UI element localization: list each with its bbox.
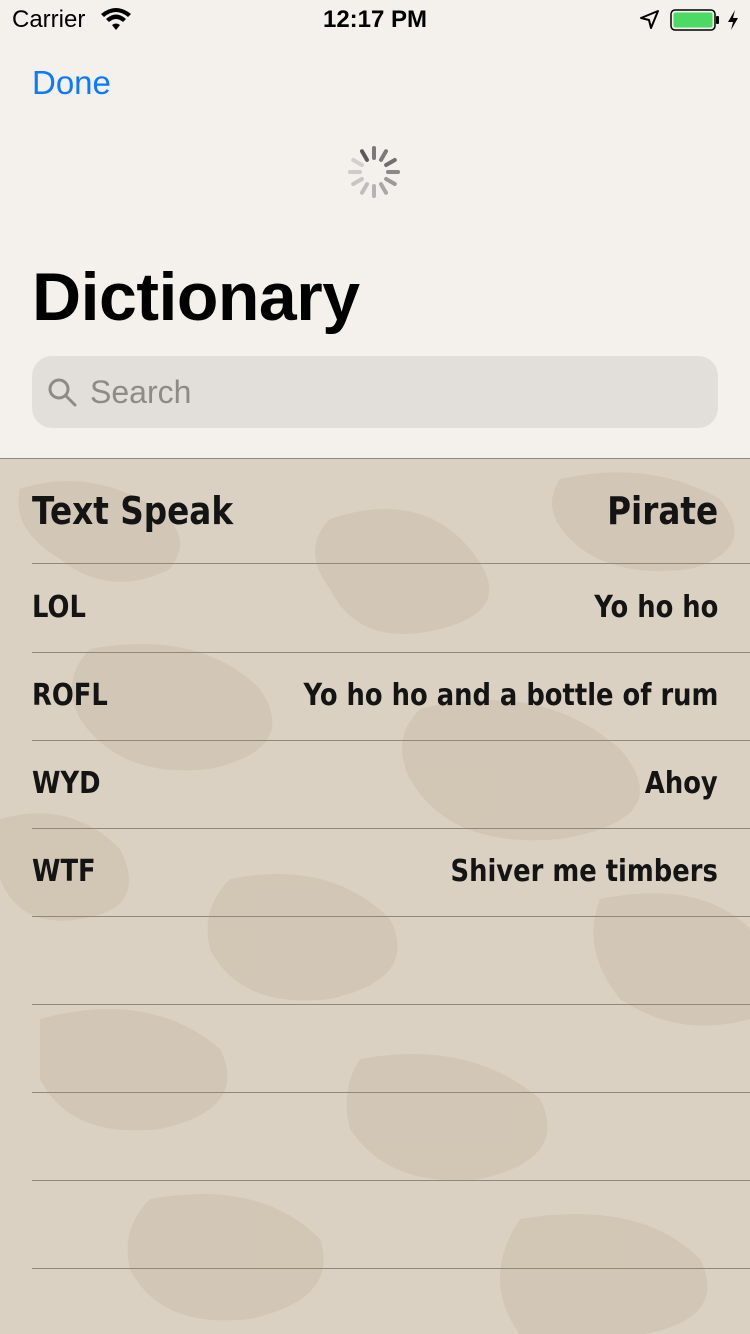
search-bar[interactable] [32,356,718,428]
table-row[interactable]: WTF Shiver me timbers [32,828,750,917]
pirate-cell: Yo ho ho and a bottle of rum [303,678,718,713]
text-speak-cell: WYD [32,766,101,801]
location-icon [640,10,659,29]
text-speak-cell: ROFL [32,678,108,713]
pirate-cell: Yo ho ho [593,590,718,625]
screen: Carrier 12:17 PM Done Dictionary Search … [0,0,750,1334]
table-row-empty[interactable] [32,916,750,1005]
done-button[interactable]: Done [32,64,111,102]
search-input[interactable] [90,356,700,428]
battery-icon [670,9,719,31]
table-row-empty[interactable] [32,1004,750,1093]
table-header-row: Text Speak Pirate [32,459,750,564]
header-text-speak: Text Speak [32,489,234,533]
text-speak-cell: WTF [32,854,96,889]
table-row[interactable]: LOL Yo ho ho [32,564,750,653]
page-title: Dictionary [32,259,360,335]
dictionary-table[interactable]: Text Speak Pirate LOL Yo ho ho ROFL Yo h… [0,458,750,1334]
pirate-cell: Ahoy [645,766,718,801]
status-bar: Carrier 12:17 PM [0,0,750,40]
table-row[interactable]: ROFL Yo ho ho and a bottle of rum [32,652,750,741]
table-row[interactable]: WYD Ahoy [32,740,750,829]
table-row-empty[interactable] [32,1180,750,1269]
table-row-empty[interactable] [32,1092,750,1181]
pirate-cell: Shiver me timbers [450,854,718,889]
text-speak-cell: LOL [32,590,86,625]
header-pirate: Pirate [606,489,718,533]
spinner-icon [348,146,400,198]
bolt-icon [728,10,738,30]
search-icon [48,378,77,407]
